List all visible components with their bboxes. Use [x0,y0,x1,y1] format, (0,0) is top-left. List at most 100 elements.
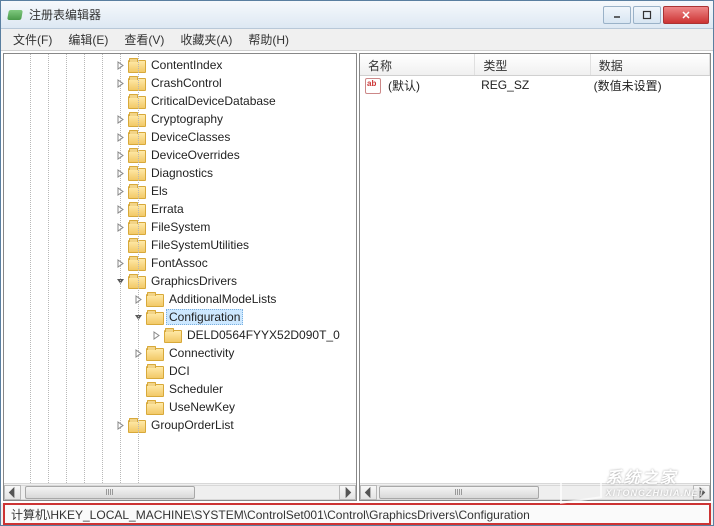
tree-node-deviceoverrides[interactable]: DeviceOverrides [4,146,356,164]
tree-label: ContentIndex [148,57,225,73]
tree-label: GraphicsDrivers [148,273,240,289]
tree-node-configuration[interactable]: Configuration [4,308,356,326]
tree-label: Connectivity [166,345,237,361]
tree-label: GroupOrderList [148,417,237,433]
column-header[interactable]: 类型 [475,54,590,75]
tree-node-contentindex[interactable]: ContentIndex [4,56,356,74]
tree-node-diagnostics[interactable]: Diagnostics [4,164,356,182]
tree-label: Cryptography [148,111,226,127]
tree-label: DELD0564FYYX52D090T_0 [184,327,343,343]
tree-label: Errata [148,201,187,217]
tree-guide-line [84,54,85,483]
tree-node-criticaldevicedatabase[interactable]: CriticalDeviceDatabase [4,92,356,110]
folder-icon [128,184,144,198]
registry-editor-window: 注册表编辑器 文件(F)编辑(E)查看(V)收藏夹(A)帮助(H) Conten… [0,0,714,526]
folder-icon [128,166,144,180]
tree-node-dci[interactable]: DCI [4,362,356,380]
menu-文件[interactable]: 文件(F) [5,29,60,50]
folder-icon [128,418,144,432]
maximize-button[interactable] [633,6,661,24]
tree-guide-line [120,54,121,483]
folder-icon [146,310,162,324]
scroll-right-button[interactable] [693,485,710,500]
tree-label: FileSystem [148,219,213,235]
tree-node-els[interactable]: Els [4,182,356,200]
tree-label: DeviceOverrides [148,147,243,163]
values-hscrollbar[interactable] [360,483,710,500]
folder-icon [128,58,144,72]
folder-icon [128,202,144,216]
string-value-icon [364,77,380,93]
tree-node-usenewkey[interactable]: UseNewKey [4,398,356,416]
tree-label: CrashControl [148,75,225,91]
menu-收藏夹[interactable]: 收藏夹(A) [172,29,240,50]
scroll-thumb[interactable] [379,486,539,499]
tree-pane[interactable]: ContentIndex CrashControlCriticalDeviceDa… [3,53,357,501]
tree-node-filesystemutilities[interactable]: FileSystemUtilities [4,236,356,254]
scroll-right-button[interactable] [339,485,356,500]
expander-closed-icon[interactable] [150,329,162,341]
menu-帮助[interactable]: 帮助(H) [240,29,297,50]
minimize-button[interactable] [603,6,631,24]
tree-label: Configuration [166,309,243,325]
tree-node-filesystem[interactable]: FileSystem [4,218,356,236]
registry-tree[interactable]: ContentIndex CrashControlCriticalDeviceDa… [4,54,356,483]
folder-icon [146,292,162,306]
titlebar[interactable]: 注册表编辑器 [1,1,713,29]
column-header[interactable]: 数据 [591,54,710,75]
tree-guide-line [66,54,67,483]
value-name: (默认) [384,77,477,94]
folder-icon [146,382,162,396]
value-data: (数值未设置) [590,77,706,94]
tree-guide-line [102,54,103,483]
folder-icon [128,76,144,90]
folder-icon [128,130,144,144]
folder-icon [128,238,144,252]
scroll-left-button[interactable] [360,485,377,500]
tree-label: UseNewKey [166,399,238,415]
tree-node-cryptography[interactable]: Cryptography [4,110,356,128]
tree-node-scheduler[interactable]: Scheduler [4,380,356,398]
tree-label: Scheduler [166,381,226,397]
folder-icon [128,148,144,162]
scroll-thumb[interactable] [25,486,195,499]
tree-node-errata[interactable]: Errata [4,200,356,218]
value-type: REG_SZ [477,78,590,92]
tree-label: FileSystemUtilities [148,237,252,253]
tree-label: DeviceClasses [148,129,233,145]
window-controls [601,6,709,24]
values-list[interactable]: (默认)REG_SZ(数值未设置) [360,76,710,483]
folder-icon [128,274,144,288]
tree-guide-line [30,54,31,483]
tree-node-grouporderlist[interactable]: GroupOrderList [4,416,356,434]
tree-label: AdditionalModeLists [166,291,279,307]
values-header[interactable]: 名称类型数据 [360,54,710,76]
folder-icon [146,364,162,378]
close-button[interactable] [663,6,709,24]
scroll-track[interactable] [377,485,693,500]
tree-node-graphicsdrivers[interactable]: GraphicsDrivers [4,272,356,290]
menubar: 文件(F)编辑(E)查看(V)收藏夹(A)帮助(H) [1,29,713,51]
menu-查看[interactable]: 查看(V) [116,29,172,50]
tree-node-connectivity[interactable]: Connectivity [4,344,356,362]
folder-icon [146,346,162,360]
values-pane[interactable]: 名称类型数据 (默认)REG_SZ(数值未设置) [359,53,711,501]
tree-node-fontassoc[interactable]: FontAssoc [4,254,356,272]
tree-label: DCI [166,363,193,379]
column-header[interactable]: 名称 [360,54,475,75]
folder-icon [128,256,144,270]
tree-node-additionalmodelists[interactable]: AdditionalModeLists [4,290,356,308]
statusbar-path: 计算机\HKEY_LOCAL_MACHINE\SYSTEM\ControlSet… [3,503,711,525]
tree-node-crashcontrol[interactable]: CrashControl [4,74,356,92]
scroll-track[interactable] [21,485,339,500]
tree-guide-line [48,54,49,483]
folder-icon [128,112,144,126]
value-row[interactable]: (默认)REG_SZ(数值未设置) [360,76,710,94]
tree-hscrollbar[interactable] [4,483,356,500]
folder-icon [164,328,180,342]
scroll-left-button[interactable] [4,485,21,500]
tree-guide-line [138,54,139,483]
tree-node-deviceclasses[interactable]: DeviceClasses [4,128,356,146]
tree-node-deld0564fyyx52d090t_0[interactable]: DELD0564FYYX52D090T_0 [4,326,356,344]
menu-编辑[interactable]: 编辑(E) [60,29,116,50]
